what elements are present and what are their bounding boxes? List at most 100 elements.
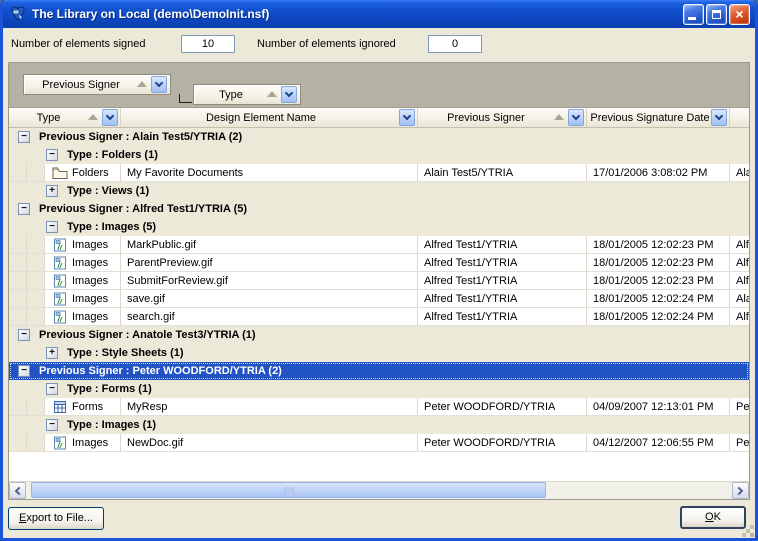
app-icon (10, 6, 27, 22)
design-element-name-cell: search.gif (121, 308, 418, 325)
column-filter-button[interactable] (102, 109, 118, 126)
horizontal-scrollbar[interactable] (9, 481, 749, 499)
group-by-type[interactable]: Type (193, 84, 301, 105)
collapse-icon[interactable]: − (46, 149, 58, 161)
ignored-count-label: Number of elements ignored (257, 38, 396, 50)
scroll-left-button[interactable] (9, 482, 26, 499)
group-row-previous-signer[interactable]: −Previous Signer : Peter WOODFORD/YTRIA … (9, 362, 749, 380)
minimize-button[interactable] (683, 4, 704, 25)
table-row[interactable]: FoldersMy Favorite DocumentsAlain Test5/… (9, 164, 749, 182)
column-header-type[interactable]: Type (9, 108, 121, 127)
group-label: Type : Forms (1) (67, 383, 152, 395)
group-label: Previous Signer : Alfred Test1/YTRIA (5) (39, 203, 247, 215)
collapse-icon[interactable]: − (46, 419, 58, 431)
column-filter-button[interactable] (711, 109, 727, 126)
table-row[interactable]: ImagesSubmitForReview.gifAlfred Test1/YT… (9, 272, 749, 290)
group-by-previous-signer[interactable]: Previous Signer (23, 74, 171, 95)
export-to-file-button[interactable]: Export to File... (8, 507, 104, 530)
form-icon (52, 400, 68, 414)
indent-guide (9, 272, 27, 289)
expand-icon[interactable]: + (46, 347, 58, 359)
previous-signature-date-cell: 18/01/2005 12:02:23 PM (587, 272, 730, 289)
design-element-name-cell: ParentPreview.gif (121, 254, 418, 271)
design-element-name-cell: NewDoc.gif (121, 434, 418, 451)
results-panel: Previous Signer Type TypeDesign Element … (8, 62, 750, 500)
previous-signer-cell: Alain Test5/YTRIA (418, 164, 587, 181)
group-row-previous-signer[interactable]: −Previous Signer : Alain Test5/YTRIA (2) (9, 128, 749, 146)
window-title: The Library on Local (demo\DemoInit.nsf) (32, 7, 683, 21)
resize-grip[interactable] (750, 533, 754, 537)
table-row[interactable]: Imagessave.gifAlfred Test1/YTRIA18/01/20… (9, 290, 749, 308)
indent-guide (27, 164, 45, 181)
ignored-count-value: 0 (428, 35, 482, 53)
sort-ascending-icon (88, 114, 98, 120)
group-dropdown-button[interactable] (281, 86, 297, 103)
collapse-icon[interactable]: − (18, 329, 30, 341)
column-header-previous-signer[interactable]: Previous Signer (418, 108, 587, 127)
indent-guide (9, 308, 27, 325)
group-row-type[interactable]: −Type : Folders (1) (9, 146, 749, 164)
column-filter-button[interactable] (399, 109, 415, 126)
collapse-icon[interactable]: − (46, 221, 58, 233)
expand-icon[interactable]: + (46, 185, 58, 197)
table-row[interactable]: ImagesParentPreview.gifAlfred Test1/YTRI… (9, 254, 749, 272)
previous-signer-cell: Peter WOODFORD/YTRIA (418, 398, 587, 415)
signed-count-label: Number of elements signed (11, 38, 146, 50)
minimize-icon (688, 17, 696, 20)
group-row-type[interactable]: −Type : Images (1) (9, 416, 749, 434)
chevron-down-icon (403, 112, 411, 120)
column-header-label: Design Element Name (123, 112, 399, 124)
type-label: Images (72, 311, 108, 323)
close-button[interactable]: × (729, 4, 750, 25)
group-dropdown-button[interactable] (151, 76, 167, 93)
design-element-name-cell: MarkPublic.gif (121, 236, 418, 253)
group-row-previous-signer[interactable]: −Previous Signer : Alfred Test1/YTRIA (5… (9, 200, 749, 218)
previous-signature-date-cell: 18/01/2005 12:02:23 PM (587, 254, 730, 271)
table-row[interactable]: ImagesNewDoc.gifPeter WOODFORD/YTRIA04/1… (9, 434, 749, 452)
group-row-previous-signer[interactable]: −Previous Signer : Anatole Test3/YTRIA (… (9, 326, 749, 344)
group-row-type[interactable]: −Type : Forms (1) (9, 380, 749, 398)
ok-button[interactable]: OK (680, 506, 746, 529)
table-row[interactable]: ImagesMarkPublic.gifAlfred Test1/YTRIA18… (9, 236, 749, 254)
maximize-button[interactable] (706, 4, 727, 25)
group-label: Previous Signer : Peter WOODFORD/YTRIA (… (39, 365, 282, 377)
collapse-icon[interactable]: − (18, 203, 30, 215)
collapse-icon[interactable]: − (18, 131, 30, 143)
table-header-row: TypeDesign Element Name Previous SignerPr… (9, 108, 749, 128)
group-label: Type : Views (1) (67, 185, 149, 197)
scrollbar-thumb[interactable] (31, 482, 546, 498)
design-element-name-cell: My Favorite Documents (121, 164, 418, 181)
table-row[interactable]: FormsMyRespPeter WOODFORD/YTRIA04/09/200… (9, 398, 749, 416)
stats-row: Number of elements signed 10 Number of e… (3, 28, 755, 60)
group-label: Type : Images (5) (67, 221, 156, 233)
collapse-icon[interactable]: − (18, 365, 30, 377)
previous-signature-date-cell: 18/01/2005 12:02:24 PM (587, 308, 730, 325)
indent-guide (27, 272, 45, 289)
group-hierarchy-connector (179, 94, 192, 103)
chevron-down-icon (285, 89, 293, 97)
previous-signer-cell: Alfred Test1/YTRIA (418, 308, 587, 325)
group-row-type[interactable]: + Type : Views (1) (9, 182, 749, 200)
indent-guide (9, 254, 27, 271)
indent-guide (9, 398, 27, 415)
previous-signer-cell: Alfred Test1/YTRIA (418, 254, 587, 271)
chevron-right-icon (735, 486, 743, 494)
scrollbar-track[interactable] (26, 482, 732, 499)
table-row[interactable]: Images search.gifAlfred Test1/YTRIA18/01/… (9, 308, 749, 326)
column-filter-button[interactable] (568, 109, 584, 126)
scroll-right-button[interactable] (732, 482, 749, 499)
column-header-design-element-name[interactable]: Design Element Name (121, 108, 418, 127)
clipped-cell: Alfr (730, 272, 749, 289)
indent-guide (27, 236, 45, 253)
title-bar[interactable]: The Library on Local (demo\DemoInit.nsf)… (0, 0, 758, 28)
chevron-down-icon (715, 112, 723, 120)
previous-signer-cell: Alfred Test1/YTRIA (418, 236, 587, 253)
collapse-icon[interactable]: − (46, 383, 58, 395)
design-element-name-cell: MyResp (121, 398, 418, 415)
type-label: Forms (72, 401, 103, 413)
group-label: Type : Style Sheets (1) (67, 347, 184, 359)
group-row-type[interactable]: + Type : Style Sheets (1) (9, 344, 749, 362)
column-header-previous-signature-date[interactable]: Previous Signature Date (587, 108, 730, 127)
type-cell: Images (45, 254, 121, 271)
group-row-type[interactable]: −Type : Images (5) (9, 218, 749, 236)
